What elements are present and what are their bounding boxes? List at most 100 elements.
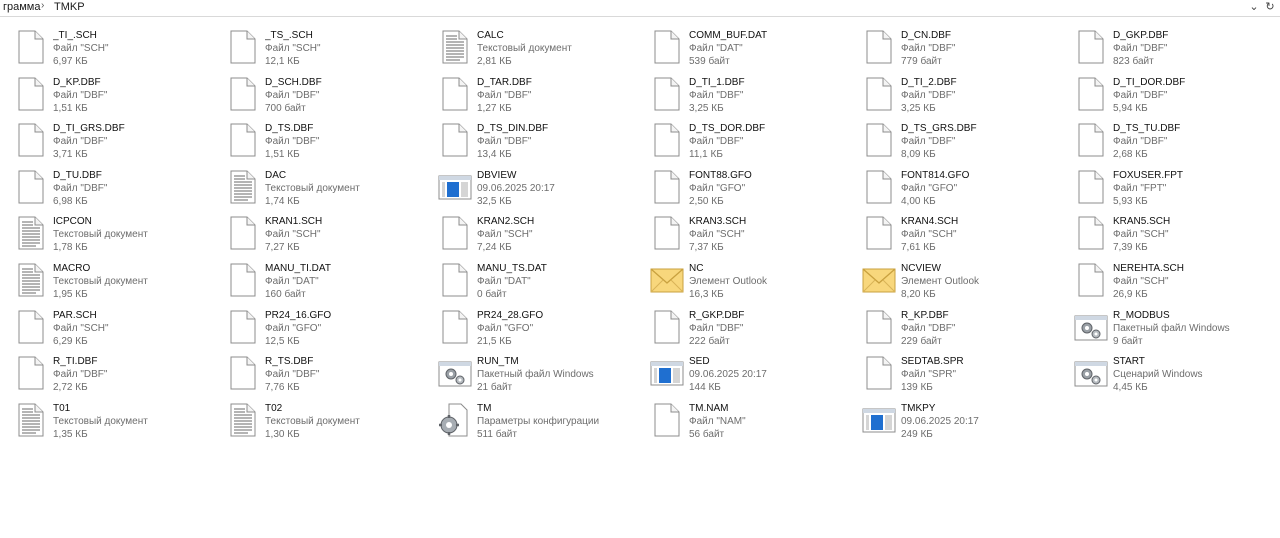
file-item[interactable]: D_TI_DOR.DBF Файл "DBF" 5,94 КБ: [1060, 71, 1272, 117]
file-name: PR24_16.GFO: [265, 309, 332, 321]
file-item[interactable]: R_GKP.DBF Файл "DBF" 222 байт: [636, 304, 848, 350]
file-item[interactable]: DBVIEW 09.06.2025 20:17 32,5 КБ: [424, 164, 636, 210]
file-item[interactable]: NEREHTA.SCH Файл "SCH" 26,9 КБ: [1060, 257, 1272, 303]
file-type: Элемент Outlook: [689, 275, 768, 287]
file-name: SEDTAB.SPR: [901, 356, 964, 368]
address-bar[interactable]: грамма › TMKP ⌄ ↻: [0, 0, 1280, 17]
file-item[interactable]: T02 Текстовый документ 1,30 КБ: [212, 397, 424, 443]
file-item[interactable]: NC Элемент Outlook 16,3 КБ: [636, 257, 848, 303]
file-type: Пакетный файл Windows: [477, 369, 594, 381]
file-size: 12,1 КБ: [265, 56, 300, 67]
file-item[interactable]: SED 09.06.2025 20:17 144 КБ: [636, 350, 848, 396]
file-item[interactable]: RUN_TM Пакетный файл Windows 21 байт: [424, 350, 636, 396]
file-item[interactable]: KRAN1.SCH Файл "SCH" 7,27 КБ: [212, 210, 424, 256]
file-name: NCVIEW: [901, 262, 941, 274]
file-item[interactable]: D_TS_GRS.DBF Файл "DBF" 8,09 КБ: [848, 117, 1060, 163]
file-size: 7,61 КБ: [901, 242, 936, 254]
file-name: T02: [265, 402, 283, 414]
file-item[interactable]: DAC Текстовый документ 1,74 КБ: [212, 164, 424, 210]
file-item[interactable]: CALC Текстовый документ 2,81 КБ: [424, 24, 636, 70]
file-name: R_TI.DBF: [53, 356, 98, 368]
file-item[interactable]: KRAN2.SCH Файл "SCH" 7,24 КБ: [424, 210, 636, 256]
blank-file-icon: [650, 403, 684, 437]
file-type: Файл "DBF": [53, 182, 108, 194]
file-type: Файл "DBF": [265, 89, 320, 101]
file-item[interactable]: D_TS_DIN.DBF Файл "DBF" 13,4 КБ: [424, 117, 636, 163]
file-item[interactable]: PR24_28.GFO Файл "GFO" 21,5 КБ: [424, 304, 636, 350]
file-item[interactable]: T01 Текстовый документ 1,35 КБ: [0, 397, 212, 443]
file-item[interactable]: R_MODBUS Пакетный файл Windows 9 байт: [1060, 304, 1272, 350]
file-size: 779 байт: [901, 56, 942, 67]
file-item[interactable]: NCVIEW Элемент Outlook 8,20 КБ: [848, 257, 1060, 303]
file-item[interactable]: FONT88.GFO Файл "GFO" 2,50 КБ: [636, 164, 848, 210]
file-item[interactable]: D_GKP.DBF Файл "DBF" 823 байт: [1060, 24, 1272, 70]
file-item[interactable]: _TS_.SCH Файл "SCH" 12,1 КБ: [212, 24, 424, 70]
file-item[interactable]: D_TI_GRS.DBF Файл "DBF" 3,71 КБ: [0, 117, 212, 163]
breadcrumb-current[interactable]: TMKP: [54, 1, 85, 13]
file-item[interactable]: D_SCH.DBF Файл "DBF" 700 байт: [212, 71, 424, 117]
text-document-icon: [14, 403, 48, 437]
file-item[interactable]: PR24_16.GFO Файл "GFO" 12,5 КБ: [212, 304, 424, 350]
file-item[interactable]: MANU_TI.DAT Файл "DAT" 160 байт: [212, 257, 424, 303]
file-item[interactable]: MANU_TS.DAT Файл "DAT" 0 байт: [424, 257, 636, 303]
file-item[interactable]: KRAN5.SCH Файл "SCH" 7,39 КБ: [1060, 210, 1272, 256]
file-item[interactable]: KRAN3.SCH Файл "SCH" 7,37 КБ: [636, 210, 848, 256]
file-size: 7,39 КБ: [1113, 242, 1148, 254]
file-item[interactable]: SEDTAB.SPR Файл "SPR" 139 КБ: [848, 350, 1060, 396]
blank-file-icon: [1074, 30, 1108, 64]
file-item[interactable]: D_TI_2.DBF Файл "DBF" 3,25 КБ: [848, 71, 1060, 117]
batch-file-icon: [438, 356, 472, 390]
file-name: MACRO: [53, 262, 91, 274]
file-item[interactable]: ICPCON Текстовый документ 1,78 КБ: [0, 210, 212, 256]
file-type: Файл "DBF": [689, 322, 744, 334]
file-type: Текстовый документ: [477, 43, 572, 54]
file-item[interactable]: TM Параметры конфигурации 511 байт: [424, 397, 636, 443]
blank-file-icon: [862, 77, 896, 111]
file-item[interactable]: FONT814.GFO Файл "GFO" 4,00 КБ: [848, 164, 1060, 210]
file-item[interactable]: MACRO Текстовый документ 1,95 КБ: [0, 257, 212, 303]
file-type: Файл "GFO": [689, 182, 746, 194]
blank-file-icon: [650, 216, 684, 250]
file-name: D_TI_2.DBF: [901, 76, 957, 88]
file-size: 56 байт: [689, 428, 725, 440]
file-type: Файл "SCH": [477, 229, 533, 241]
file-type: Файл "SCH": [1113, 275, 1169, 287]
file-name: T01: [53, 402, 71, 414]
file-type: Файл "DAT": [477, 275, 531, 287]
file-item[interactable]: D_TU.DBF Файл "DBF" 6,98 КБ: [0, 164, 212, 210]
file-type: Файл "DBF": [1113, 136, 1168, 148]
refresh-icon[interactable]: ↻: [1263, 0, 1277, 15]
file-item[interactable]: TMKPY 09.06.2025 20:17 249 КБ: [848, 397, 1060, 443]
file-item[interactable]: D_KP.DBF Файл "DBF" 1,51 КБ: [0, 71, 212, 117]
text-document-icon: [14, 216, 48, 250]
file-size: 21 байт: [477, 382, 513, 394]
file-item[interactable]: D_TAR.DBF Файл "DBF" 1,27 КБ: [424, 71, 636, 117]
breadcrumb-parent[interactable]: грамма: [3, 1, 41, 13]
blank-file-icon: [14, 77, 48, 111]
file-item[interactable]: R_KP.DBF Файл "DBF" 229 байт: [848, 304, 1060, 350]
blank-file-icon: [650, 30, 684, 64]
file-item[interactable]: KRAN4.SCH Файл "SCH" 7,61 КБ: [848, 210, 1060, 256]
file-name: D_TI_DOR.DBF: [1113, 76, 1186, 88]
file-name: MANU_TI.DAT: [265, 262, 331, 274]
file-item[interactable]: R_TI.DBF Файл "DBF" 2,72 КБ: [0, 350, 212, 396]
file-item[interactable]: D_CN.DBF Файл "DBF" 779 байт: [848, 24, 1060, 70]
file-size: 511 байт: [477, 428, 517, 440]
file-name: SED: [689, 356, 710, 368]
file-item[interactable]: PAR.SCH Файл "SCH" 6,29 КБ: [0, 304, 212, 350]
file-item[interactable]: _TI_.SCH Файл "SCH" 6,97 КБ: [0, 24, 212, 70]
file-item[interactable]: D_TS.DBF Файл "DBF" 1,51 КБ: [212, 117, 424, 163]
file-item[interactable]: TM.NAM Файл "NAM" 56 байт: [636, 397, 848, 443]
file-size: 3,71 КБ: [53, 149, 88, 161]
file-item[interactable]: D_TS_DOR.DBF Файл "DBF" 11,1 КБ: [636, 117, 848, 163]
file-item[interactable]: D_TS_TU.DBF Файл "DBF" 2,68 КБ: [1060, 117, 1272, 163]
file-item[interactable]: R_TS.DBF Файл "DBF" 7,76 КБ: [212, 350, 424, 396]
file-item[interactable]: FOXUSER.FPT Файл "FPT" 5,93 КБ: [1060, 164, 1272, 210]
file-item[interactable]: D_TI_1.DBF Файл "DBF" 3,25 КБ: [636, 71, 848, 117]
file-name: TM.NAM: [689, 402, 729, 414]
file-item[interactable]: START Сценарий Windows 4,45 КБ: [1060, 350, 1272, 396]
chevron-down-icon[interactable]: ⌄: [1247, 0, 1261, 15]
application-icon: [650, 356, 684, 390]
blank-file-icon: [226, 123, 260, 157]
file-item[interactable]: COMM_BUF.DAT Файл "DAT" 539 байт: [636, 24, 848, 70]
